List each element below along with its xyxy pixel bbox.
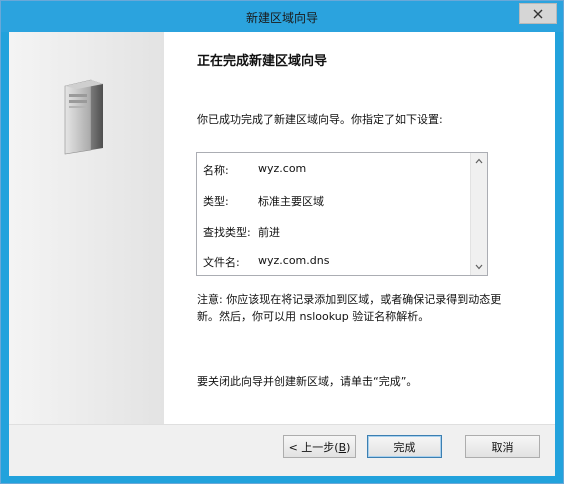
window-title: 新建区域向导	[245, 11, 318, 25]
note-line: 新。然后，你可以用 nslookup 验证名称解析。	[197, 310, 430, 323]
summary-value: 前进	[258, 226, 280, 239]
close-icon	[533, 9, 543, 18]
finish-instruction: 要关闭此向导并创建新区域，请单击“完成”。	[197, 375, 418, 388]
wizard-window: 新建区域向导 正在完成新建区域向导 你已成功完成了新建区域向导。你指定了如下设置…	[0, 0, 564, 484]
cancel-button[interactable]: 取消	[465, 435, 540, 458]
wizard-side-panel	[9, 32, 164, 424]
summary-label: 名称:	[203, 164, 229, 177]
summary-label: 查找类型:	[203, 226, 251, 239]
note-text: 注意: 你应该现在将记录添加到区域，或者确保记录得到动态更 新。然后，你可以用 …	[197, 291, 537, 325]
title-bar[interactable]: 新建区域向导	[1, 1, 563, 32]
scroll-down-button[interactable]	[471, 259, 487, 275]
summary-row-file-name: 文件名: wyz.com.dns	[203, 254, 329, 270]
finish-button[interactable]: 完成	[367, 435, 442, 458]
scroll-down-arrow-icon	[475, 264, 483, 270]
summary-value: wyz.com	[258, 162, 307, 175]
wizard-description: 你已成功完成了新建区域向导。你指定了如下设置:	[197, 113, 443, 126]
summary-row-lookup-type: 查找类型: 前进	[203, 224, 280, 240]
settings-summary-box[interactable]: 名称: wyz.com 类型: 标准主要区域 查找类型: 前进 文件名: wyz…	[196, 152, 488, 276]
wizard-content: 正在完成新建区域向导 你已成功完成了新建区域向导。你指定了如下设置: 名称: w…	[9, 32, 555, 424]
summary-label: 类型:	[203, 195, 229, 208]
scroll-up-button[interactable]	[471, 153, 487, 169]
summary-row-name: 名称: wyz.com	[203, 162, 306, 178]
server-icon	[64, 79, 103, 155]
summary-value: wyz.com.dns	[258, 254, 330, 267]
note-line: 注意: 你应该现在将记录添加到区域，或者确保记录得到动态更	[197, 293, 502, 306]
close-button[interactable]	[519, 3, 557, 24]
wizard-heading: 正在完成新建区域向导	[197, 54, 328, 69]
summary-scrollbar[interactable]	[470, 153, 487, 275]
summary-value: 标准主要区域	[258, 195, 324, 208]
button-bar: < 上一步(B) 完成 取消	[9, 424, 555, 476]
summary-label: 文件名:	[203, 256, 240, 269]
scroll-up-arrow-icon	[475, 158, 483, 164]
back-button-label: < 上一步(B)	[288, 440, 351, 454]
back-button[interactable]: < 上一步(B)	[283, 435, 356, 458]
summary-row-type: 类型: 标准主要区域	[203, 193, 324, 209]
